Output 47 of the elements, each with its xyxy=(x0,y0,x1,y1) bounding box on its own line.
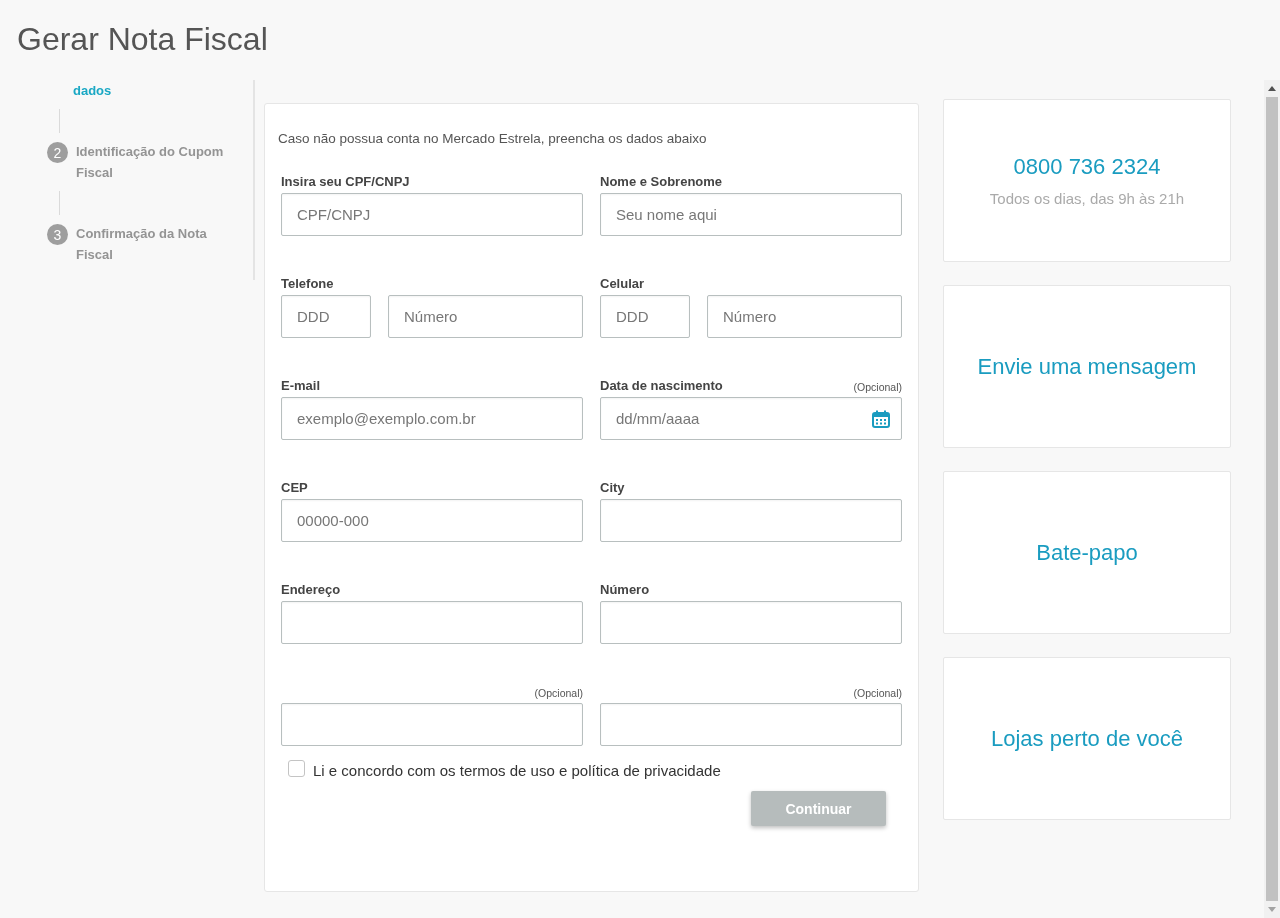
contact-hours: Todos os dias, das 9h às 21h xyxy=(989,190,1185,207)
contact-title: Lojas perto de você xyxy=(991,725,1183,752)
field-label: Endereço xyxy=(281,582,341,598)
optional-hint: (Opcional) xyxy=(853,380,902,394)
step-label: dados xyxy=(73,82,113,100)
terms-label: Li e concordo com os termos de uso e política de privacidade xyxy=(313,762,721,779)
input-field[interactable]: exemplo@exemplo.com.br xyxy=(281,397,583,440)
contact-title: 0800 736 2324 xyxy=(1013,154,1161,180)
calendar-icon[interactable] xyxy=(871,408,891,429)
contact-card[interactable]: Lojas perto de você xyxy=(943,657,1231,820)
input-field[interactable]: 00000-000 xyxy=(281,499,583,542)
input-field[interactable] xyxy=(600,703,902,746)
date-field[interactable]: dd/mm/aaaa xyxy=(600,397,902,440)
field-label: CEP xyxy=(281,480,308,496)
scrollbar-thumb[interactable] xyxy=(1266,97,1278,901)
form-intro-text: Caso não possua conta no Mercado Estrela, preencha os dados abaixo xyxy=(278,130,708,148)
optional-hint: (Opcional) xyxy=(853,686,902,700)
optional-hint: (Opcional) xyxy=(534,686,583,700)
field-label: Celular xyxy=(600,276,645,292)
contact-card[interactable]: Bate-papo xyxy=(943,471,1231,634)
input-field[interactable]: Número xyxy=(707,295,902,338)
input-field[interactable]: DDD xyxy=(600,295,690,338)
input-field[interactable] xyxy=(281,703,583,746)
input-field[interactable]: Seu nome aqui xyxy=(600,193,902,236)
field-label: Nome e Sobrenome xyxy=(600,174,723,190)
contact-card[interactable]: Envie uma mensagem xyxy=(943,285,1231,448)
field-label: E-mail xyxy=(281,378,320,394)
field-label: City xyxy=(600,480,625,496)
input-field[interactable] xyxy=(600,601,902,644)
input-field[interactable] xyxy=(600,499,902,542)
step-number: 3 xyxy=(47,224,68,245)
field-label: Insira seu CPF/CNPJ xyxy=(281,174,410,190)
input-field[interactable]: DDD xyxy=(281,295,371,338)
step-label: Confirmação da Nota Fiscal xyxy=(76,225,208,264)
page-title: Gerar Nota Fiscal xyxy=(16,20,269,59)
field-label: Telefone xyxy=(281,276,334,292)
input-field[interactable]: Número xyxy=(388,295,583,338)
terms-checkbox[interactable] xyxy=(288,760,305,777)
input-field[interactable] xyxy=(281,601,583,644)
step-label: Identificação do Cupom Fiscal xyxy=(76,143,225,182)
field-label: Data de nascimento xyxy=(600,378,723,394)
contact-title: Bate-papo xyxy=(1036,539,1138,566)
step-number: 2 xyxy=(47,142,68,163)
input-field[interactable]: CPF/CNPJ xyxy=(281,193,583,236)
contact-title: Envie uma mensagem xyxy=(977,353,1197,380)
contact-card[interactable]: 0800 736 2324 Todos os dias, das 9h às 21h xyxy=(943,99,1231,262)
field-label: Número xyxy=(600,582,650,598)
